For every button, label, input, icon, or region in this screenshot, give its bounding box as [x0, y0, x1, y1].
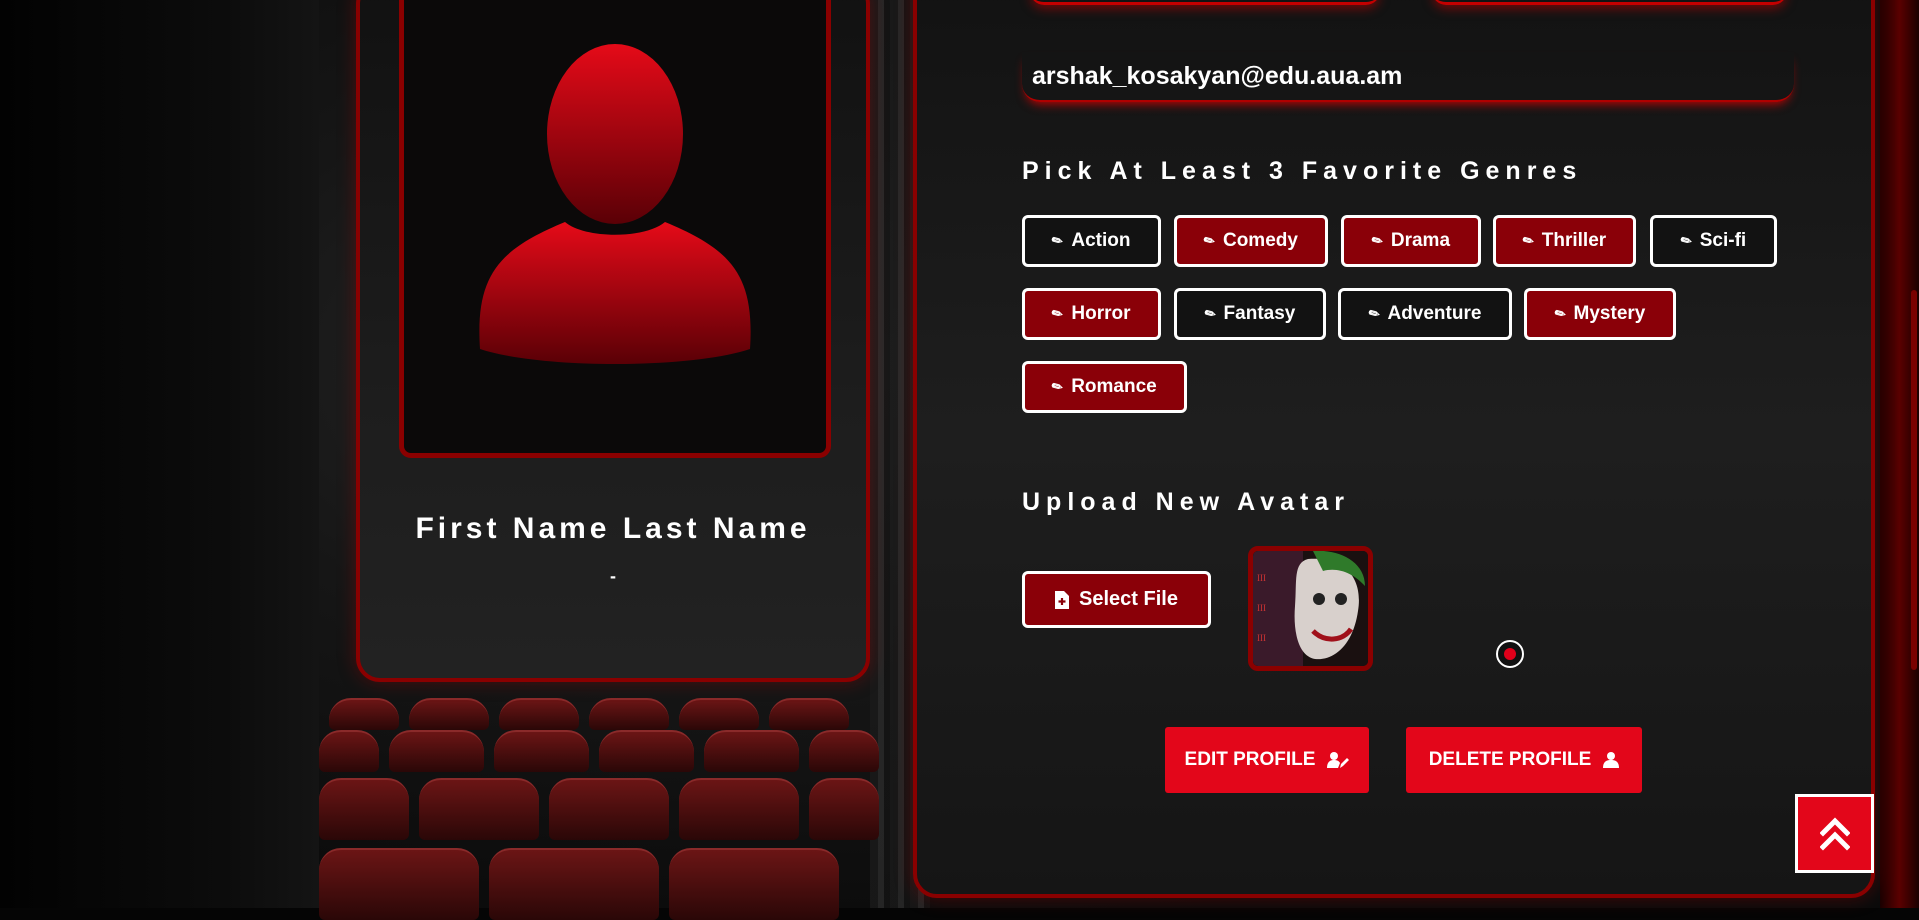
genre-label: Fantasy — [1223, 303, 1296, 324]
double-chevron-up-icon — [1819, 816, 1850, 851]
genres-title: Pick At Least 3 Favorite Genres — [1022, 157, 1583, 185]
genre-label: Sci-fi — [1699, 230, 1747, 251]
edit-profile-button[interactable]: EDIT PROFILE — [1165, 727, 1369, 793]
theater-seats-image — [319, 690, 879, 920]
user-icon — [1603, 752, 1620, 768]
genre-label: Mystery — [1573, 303, 1646, 324]
ticket-icon: ✎ — [1677, 231, 1695, 250]
genre-thriller-button[interactable]: ✎ Thriller — [1493, 215, 1636, 267]
genre-label: Action — [1071, 230, 1131, 251]
edit-profile-panel — [913, 0, 1875, 898]
genre-horror-button[interactable]: ✎ Horror — [1022, 288, 1161, 340]
genre-label: Horror — [1071, 303, 1131, 324]
ticket-icon: ✎ — [1049, 304, 1067, 323]
user-silhouette-icon — [479, 44, 751, 364]
genre-romance-button[interactable]: ✎ Romance — [1022, 361, 1187, 413]
scroll-to-top-button[interactable] — [1795, 794, 1874, 873]
genre-fantasy-button[interactable]: ✎ Fantasy — [1174, 288, 1326, 340]
last-name-field-edge[interactable] — [1432, 0, 1787, 5]
genre-label: Comedy — [1222, 230, 1298, 251]
ticket-icon: ✎ — [1049, 231, 1067, 250]
profile-subtitle: - — [610, 566, 616, 586]
ticket-icon: ✎ — [1201, 304, 1219, 323]
ticket-icon: ✎ — [1368, 231, 1386, 250]
select-file-label: Select File — [1079, 588, 1178, 610]
page-background-left — [0, 0, 319, 908]
edit-profile-label: EDIT PROFILE — [1184, 749, 1316, 770]
genre-adventure-button[interactable]: ✎ Adventure — [1338, 288, 1512, 340]
svg-text:III: III — [1257, 603, 1266, 613]
ticket-icon: ✎ — [1200, 231, 1218, 250]
delete-profile-label: DELETE PROFILE — [1428, 749, 1592, 770]
avatar-preview-thumbnail: III III III — [1248, 546, 1373, 671]
delete-profile-button[interactable]: DELETE PROFILE — [1406, 727, 1642, 793]
user-edit-icon — [1327, 752, 1350, 768]
select-file-button[interactable]: Select File — [1022, 571, 1211, 628]
profile-full-name: First Name Last Name — [415, 512, 811, 545]
genre-scifi-button[interactable]: ✎ Sci-fi — [1650, 215, 1777, 267]
genre-comedy-button[interactable]: ✎ Comedy — [1174, 215, 1328, 267]
selected-radio-indicator[interactable] — [1496, 640, 1524, 668]
genre-label: Drama — [1390, 230, 1451, 251]
email-field[interactable]: arshak_kosakyan@edu.aua.am — [1022, 52, 1794, 102]
page-scrollbar[interactable] — [1911, 290, 1917, 670]
ticket-icon: ✎ — [1365, 304, 1383, 323]
genre-drama-button[interactable]: ✎ Drama — [1341, 215, 1481, 267]
genre-mystery-button[interactable]: ✎ Mystery — [1524, 288, 1676, 340]
first-name-field-edge[interactable] — [1030, 0, 1380, 5]
genre-label: Adventure — [1387, 303, 1482, 324]
genre-label: Thriller — [1541, 230, 1607, 251]
svg-text:III: III — [1257, 573, 1266, 583]
ticket-icon: ✎ — [1519, 231, 1537, 250]
ticket-icon: ✎ — [1551, 304, 1569, 323]
svg-text:III: III — [1257, 633, 1266, 643]
email-value: arshak_kosakyan@edu.aua.am — [1032, 61, 1403, 90]
ticket-icon: ✎ — [1049, 377, 1066, 396]
file-add-icon — [1055, 590, 1070, 609]
avatar-upload-title: Upload New Avatar — [1022, 488, 1350, 516]
genre-label: Romance — [1071, 376, 1157, 397]
genre-action-button[interactable]: ✎ Action — [1022, 215, 1161, 267]
